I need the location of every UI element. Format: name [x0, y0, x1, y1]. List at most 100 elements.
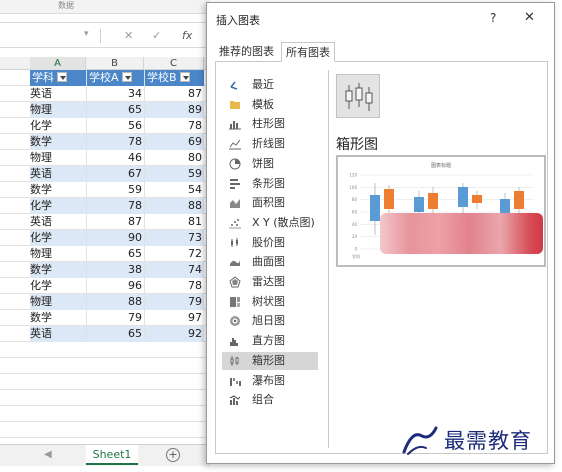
sheet-tab-sheet1[interactable]: Sheet1 [86, 445, 138, 465]
chart-type-label: 饼图 [252, 156, 274, 170]
table-cell[interactable]: 化学 [30, 118, 86, 134]
table-cell[interactable]: 97 [144, 310, 204, 326]
table-cell[interactable]: 88 [86, 294, 144, 310]
table-cell[interactable]: 数学 [30, 182, 86, 198]
table-row: 数学 78 69 [0, 134, 210, 150]
table-cell[interactable]: 数学 [30, 310, 86, 326]
table-cell[interactable]: 化学 [30, 278, 86, 294]
box-whisker-variant-thumbnail[interactable] [336, 74, 380, 118]
table-cell[interactable]: 87 [86, 214, 144, 230]
chart-type-label: 条形图 [252, 176, 285, 190]
table-cell[interactable]: 72 [144, 246, 204, 262]
table-header-cell[interactable]: 学科 [30, 70, 86, 86]
table-cell[interactable]: 英语 [30, 326, 86, 342]
chart-type-column-chart[interactable]: 柱形图 [222, 115, 318, 133]
chart-type-pie-chart[interactable]: 饼图 [222, 155, 318, 173]
table-cell[interactable]: 数学 [30, 262, 86, 278]
table-cell[interactable]: 数学 [30, 134, 86, 150]
close-button[interactable]: ✕ [524, 10, 535, 25]
empty-row[interactable] [0, 406, 210, 422]
confirm-entry-icon[interactable]: ✓ [152, 29, 161, 42]
chart-type-recent[interactable]: 最近 [222, 76, 318, 94]
table-cell[interactable]: 79 [86, 310, 144, 326]
table-cell[interactable]: 38 [86, 262, 144, 278]
table-cell[interactable]: 英语 [30, 214, 86, 230]
name-box-dropdown-icon[interactable]: ▾ [84, 29, 89, 39]
table-cell[interactable]: 英语 [30, 166, 86, 182]
table-cell[interactable]: 56 [86, 118, 144, 134]
chart-type-stock-chart[interactable]: 股价图 [222, 234, 318, 252]
table-cell[interactable]: 80 [144, 150, 204, 166]
table-cell[interactable]: 59 [86, 182, 144, 198]
chart-type-radar-chart[interactable]: 雷达图 [222, 273, 318, 291]
chart-type-treemap-chart[interactable]: 树状图 [222, 293, 318, 311]
chart-type-surface-chart[interactable]: 曲面图 [222, 253, 318, 271]
chart-type-label: 雷达图 [252, 275, 285, 288]
filter-dropdown-icon[interactable] [121, 72, 132, 82]
empty-row[interactable] [0, 374, 210, 390]
table-cell[interactable]: 67 [86, 166, 144, 182]
empty-row[interactable] [0, 342, 210, 358]
dialog-title: 插入图表 [216, 14, 260, 27]
table-cell[interactable]: 54 [144, 182, 204, 198]
table-row: 物理 65 72 [0, 246, 210, 262]
add-sheet-button[interactable]: + [166, 448, 180, 462]
chart-type-folder[interactable]: 模板 [222, 96, 318, 114]
table-cell[interactable]: 78 [86, 134, 144, 150]
chart-type-scatter-chart[interactable]: X Y (散点图) [222, 214, 318, 232]
tab-all-charts[interactable]: 所有图表 [281, 42, 335, 62]
chart-type-sunburst-chart[interactable]: 旭日图 [222, 312, 318, 330]
help-button[interactable]: ? [490, 11, 496, 25]
column-header-b[interactable]: B [86, 57, 144, 70]
empty-row[interactable] [0, 390, 210, 406]
insert-function-icon[interactable]: fx [182, 29, 192, 42]
table-cell[interactable]: 物理 [30, 294, 86, 310]
column-header-c[interactable]: C [144, 57, 204, 70]
cancel-entry-icon[interactable]: ✕ [124, 29, 133, 42]
tab-recommended-charts[interactable]: 推荐的图表 [215, 42, 278, 62]
chart-type-histogram-chart[interactable]: 直方图 [222, 332, 318, 350]
empty-row[interactable] [0, 358, 210, 374]
table-cell[interactable]: 化学 [30, 198, 86, 214]
table-cell[interactable]: 89 [144, 102, 204, 118]
table-cell[interactable]: 物理 [30, 102, 86, 118]
column-header-a[interactable]: A [30, 57, 86, 70]
empty-row[interactable] [0, 422, 210, 438]
table-header-cell[interactable]: 学校B [144, 70, 204, 86]
table-cell[interactable]: 78 [86, 198, 144, 214]
table-header-cell[interactable]: 学校A [86, 70, 144, 86]
chart-type-line-chart[interactable]: 折线图 [222, 135, 318, 153]
filter-dropdown-icon[interactable] [179, 72, 190, 82]
table-cell[interactable]: 73 [144, 230, 204, 246]
table-cell[interactable]: 65 [86, 102, 144, 118]
table-cell[interactable]: 化学 [30, 230, 86, 246]
table-cell[interactable]: 96 [86, 278, 144, 294]
chart-type-combo-chart[interactable]: 组合 [222, 391, 318, 409]
table-cell[interactable]: 79 [144, 294, 204, 310]
table-cell[interactable]: 87 [144, 86, 204, 102]
table-cell[interactable]: 英语 [30, 86, 86, 102]
chart-type-box-whisker-chart[interactable]: 箱形图 [222, 351, 318, 370]
table-cell[interactable]: 65 [86, 326, 144, 342]
table-cell[interactable]: 物理 [30, 246, 86, 262]
filter-dropdown-icon[interactable] [57, 72, 67, 82]
table-cell[interactable]: 88 [144, 198, 204, 214]
table-cell[interactable]: 92 [144, 326, 204, 342]
table-cell[interactable]: 78 [144, 118, 204, 134]
table-cell[interactable]: 65 [86, 246, 144, 262]
column-chart-icon [229, 121, 241, 130]
table-cell[interactable]: 物理 [30, 150, 86, 166]
table-cell[interactable]: 78 [144, 278, 204, 294]
sheet-nav-arrow-icon[interactable]: ◀ [44, 449, 52, 460]
table-cell[interactable]: 81 [144, 214, 204, 230]
chart-type-bar-chart[interactable]: 条形图 [222, 175, 318, 193]
chart-type-waterfall-chart[interactable]: 瀑布图 [222, 372, 318, 390]
table-cell[interactable]: 59 [144, 166, 204, 182]
table-cell[interactable]: 74 [144, 262, 204, 278]
table-cell[interactable]: 90 [86, 230, 144, 246]
chart-type-area-chart[interactable]: 面积图 [222, 194, 318, 212]
table-cell[interactable]: 69 [144, 134, 204, 150]
table-cell[interactable]: 34 [86, 86, 144, 102]
table-cell[interactable]: 46 [86, 150, 144, 166]
waterfall-chart-icon [230, 377, 241, 386]
